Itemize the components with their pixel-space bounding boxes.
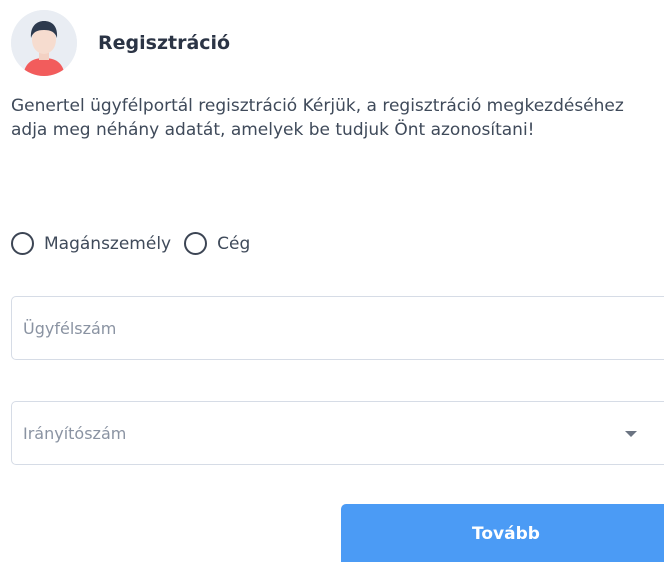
radio-private-person-label[interactable]: Magánszemély	[44, 234, 171, 254]
postal-code-placeholder[interactable]: Irányítószám	[23, 402, 126, 466]
postal-code-select[interactable]: Irányítószám	[11, 401, 664, 465]
customer-type-radio-group: Magánszemély Cég	[11, 232, 263, 255]
customer-number-field[interactable]	[11, 296, 664, 360]
radio-company-label[interactable]: Cég	[217, 234, 250, 254]
intro-text: Genertel ügyfélportál regisztráció Kérjü…	[11, 96, 624, 140]
user-avatar-icon	[11, 10, 77, 76]
radio-company[interactable]: Cég	[184, 232, 250, 255]
customer-number-input[interactable]	[12, 297, 664, 359]
radio-private-person[interactable]: Magánszemély	[11, 232, 171, 255]
caret-down-icon[interactable]	[625, 431, 637, 437]
registration-page: Regisztráció Genertel ügyfélportál regis…	[0, 0, 664, 562]
radio-unchecked-icon[interactable]	[184, 232, 208, 255]
next-button[interactable]: Tovább	[341, 504, 664, 562]
radio-unchecked-icon[interactable]	[11, 232, 34, 255]
page-title: Regisztráció	[98, 32, 231, 54]
page-header: Regisztráció	[11, 10, 230, 76]
